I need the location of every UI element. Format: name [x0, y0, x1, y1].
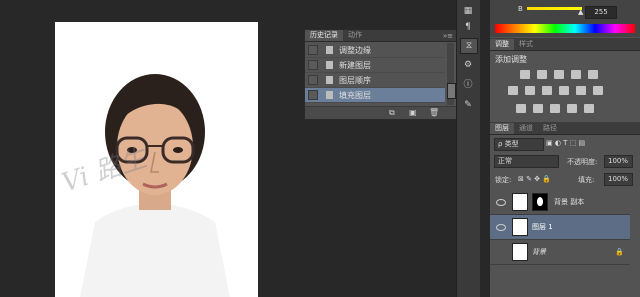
channel-mixer-icon[interactable]: [576, 86, 586, 95]
lookup-icon[interactable]: [593, 86, 603, 95]
layer-name: 图层 1: [532, 223, 553, 231]
curves-icon[interactable]: [554, 70, 564, 79]
history-item-selected[interactable]: 填充图层: [305, 88, 445, 103]
history-tabs: 历史记录 动作 »≡: [305, 30, 456, 42]
levels-icon[interactable]: [537, 70, 547, 79]
history-panel: 历史记录 动作 »≡ 调整边缘 新建图层 图层顺序 填充图层 ⧉ ▣ 🗑: [304, 29, 457, 120]
layer-filter-select[interactable]: ρ 类型: [494, 138, 544, 151]
history-item-label: 调整边缘: [339, 45, 371, 55]
vibrance-icon[interactable]: [588, 70, 598, 79]
layer-row-selected[interactable]: 图层 1: [490, 215, 630, 240]
paragraph-icon[interactable]: ¶: [460, 20, 476, 34]
checkbox-icon[interactable]: [308, 45, 318, 55]
panel-menu-icon[interactable]: »≡: [443, 32, 456, 40]
eye-icon[interactable]: [496, 223, 506, 231]
black-white-icon[interactable]: [542, 86, 552, 95]
layer-mask-thumbnail[interactable]: [532, 193, 548, 211]
adjust-panel: 调整 样式: [490, 38, 640, 51]
layer-thumbnail: [512, 218, 528, 236]
history-scrollbar[interactable]: [447, 43, 456, 105]
photo-filter-icon[interactable]: [559, 86, 569, 95]
adjust-title: 添加调整: [495, 55, 527, 64]
history-item[interactable]: 新建图层: [305, 58, 445, 73]
opacity-label: 不透明度:: [567, 158, 598, 166]
layer-row[interactable]: 背景 副本: [490, 190, 630, 215]
document-icon: [326, 91, 333, 99]
document-icon: [326, 76, 333, 84]
layer-name: 背景: [532, 248, 546, 256]
document-icon: [326, 46, 333, 54]
tab-channels[interactable]: 通道: [514, 123, 538, 134]
layer-thumbnail: [512, 243, 528, 261]
tab-styles[interactable]: 样式: [514, 39, 538, 50]
checkbox-icon[interactable]: [308, 90, 318, 100]
posterize-icon[interactable]: [533, 104, 543, 113]
history-item-label: 图层顺序: [339, 75, 371, 85]
blend-mode-select[interactable]: 正常: [494, 155, 559, 168]
new-document-icon[interactable]: ⧉: [389, 108, 395, 118]
brush-icon[interactable]: ✎: [460, 98, 476, 112]
history-item-label: 填充图层: [339, 90, 371, 100]
history-icon[interactable]: ⧖: [460, 38, 478, 54]
color-spectrum[interactable]: [495, 24, 635, 33]
eye-icon[interactable]: [496, 198, 506, 206]
history-footer: ⧉ ▣ 🗑: [305, 106, 456, 119]
fill-label: 填充:: [578, 176, 595, 184]
panel-dock-bar: ▦ ¶ ⧖ ⚙ ⓘ ✎: [456, 0, 480, 297]
lock-icon: 🔒: [615, 248, 624, 256]
info-icon[interactable]: ⓘ: [460, 78, 476, 92]
invert-icon[interactable]: [516, 104, 526, 113]
tab-adjust[interactable]: 调整: [490, 39, 514, 50]
tab-layers[interactable]: 图层: [490, 123, 514, 134]
tools-icon[interactable]: ⚙: [460, 58, 476, 72]
exposure-icon[interactable]: [571, 70, 581, 79]
history-item[interactable]: 调整边缘: [305, 43, 445, 58]
tab-history[interactable]: 历史记录: [305, 30, 343, 41]
color-balance-icon[interactable]: [525, 86, 535, 95]
filter-icons[interactable]: ▣ ◐ T ⬚ ▤: [546, 139, 585, 147]
gradient-map-icon[interactable]: [567, 104, 577, 113]
checkbox-icon[interactable]: [308, 60, 318, 70]
threshold-icon[interactable]: [550, 104, 560, 113]
tab-paths[interactable]: 路径: [538, 123, 562, 134]
checkbox-icon[interactable]: [308, 75, 318, 85]
layer-row[interactable]: 背景 🔒: [490, 240, 630, 265]
color-icon[interactable]: ▦: [460, 4, 476, 18]
channel-label: B: [518, 5, 523, 13]
history-item[interactable]: 图层顺序: [305, 73, 445, 88]
lock-icons[interactable]: ⊠ ✎ ✥ 🔒: [518, 175, 551, 183]
brightness-icon[interactable]: [520, 70, 530, 79]
fill-field[interactable]: 100%: [604, 173, 633, 186]
history-item-label: 新建图层: [339, 60, 371, 70]
opacity-field[interactable]: 100%: [604, 155, 633, 168]
trash-icon[interactable]: 🗑: [429, 108, 439, 117]
color-slider[interactable]: [527, 7, 582, 10]
layers-panel: 图层 通道 路径: [490, 122, 640, 135]
hue-icon[interactable]: [508, 86, 518, 95]
layer-name: 背景 副本: [554, 198, 585, 206]
channel-value-field[interactable]: 255: [585, 6, 617, 19]
scroll-thumb[interactable]: [447, 83, 456, 99]
lock-label: 锁定:: [495, 176, 512, 184]
eye-icon[interactable]: [496, 248, 506, 256]
camera-icon[interactable]: ▣: [409, 108, 417, 117]
slider-handle-icon[interactable]: ▲: [578, 8, 583, 16]
tab-actions[interactable]: 动作: [343, 30, 367, 41]
selective-color-icon[interactable]: [584, 104, 594, 113]
layer-thumbnail: [512, 193, 528, 211]
document-icon: [326, 61, 333, 69]
